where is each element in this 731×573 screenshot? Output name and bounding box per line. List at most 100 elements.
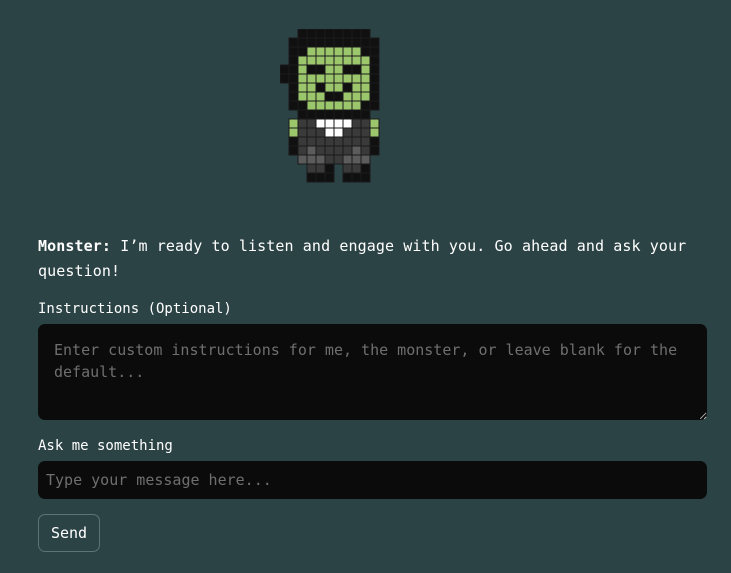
sprite-pixel <box>342 64 353 75</box>
sprite-pixel <box>324 136 335 147</box>
message-text: I’m ready to listen and engage with you.… <box>38 237 687 280</box>
sprite-pixel <box>333 154 344 165</box>
sprite-pixel <box>369 145 380 156</box>
sprite-pixel <box>315 163 326 174</box>
monster-message: Monster: I’m ready to listen and engage … <box>38 234 708 284</box>
sprite-pixel <box>306 145 317 156</box>
sprite-pixel <box>306 46 317 57</box>
frankenstein-monster-pixel-icon <box>280 29 380 183</box>
sprite-pixel <box>288 100 299 111</box>
sprite-pixel <box>315 82 326 93</box>
sprite-pixel <box>351 136 362 147</box>
sprite-pixel <box>351 55 362 66</box>
sprite-pixel <box>297 127 308 138</box>
sprite-pixel <box>360 100 371 111</box>
instructions-textarea[interactable] <box>38 324 707 420</box>
sprite-pixel <box>351 127 362 138</box>
sprite-pixel <box>342 29 353 39</box>
sprite-pixel <box>351 82 362 93</box>
sprite-pixel <box>315 29 326 39</box>
sprite-pixel <box>342 172 353 183</box>
sprite-pixel <box>315 109 326 120</box>
sprite-pixel <box>297 136 308 147</box>
sprite-pixel <box>360 91 371 102</box>
sprite-pixel <box>315 73 326 84</box>
sprite-pixel <box>315 172 326 183</box>
sprite-pixel <box>342 100 353 111</box>
sprite-pixel <box>297 37 308 48</box>
sprite-pixel <box>306 172 317 183</box>
sprite-pixel <box>342 163 353 174</box>
sprite-pixel <box>360 55 371 66</box>
sprite-pixel <box>342 73 353 84</box>
sprite-pixel <box>324 163 335 174</box>
sprite-pixel <box>369 127 380 138</box>
sprite-pixel <box>324 91 335 102</box>
sprite-pixel <box>369 64 380 75</box>
sprite-pixel <box>306 118 317 129</box>
sprite-pixel <box>351 163 362 174</box>
sprite-pixel <box>360 64 371 75</box>
sprite-pixel <box>342 136 353 147</box>
send-button[interactable]: Send <box>38 514 100 552</box>
sprite-pixel <box>342 91 353 102</box>
sprite-pixel <box>297 64 308 75</box>
sprite-pixel <box>333 55 344 66</box>
sprite-pixel <box>315 136 326 147</box>
sprite-pixel <box>351 109 362 120</box>
sprite-pixel <box>324 172 335 183</box>
sprite-pixel <box>297 29 308 39</box>
sprite-pixel <box>324 118 335 129</box>
sprite-pixel <box>315 145 326 156</box>
sprite-pixel <box>342 145 353 156</box>
message-input[interactable] <box>38 461 707 499</box>
sprite-pixel <box>351 172 362 183</box>
sprite-pixel <box>333 145 344 156</box>
sprite-pixel <box>324 145 335 156</box>
sprite-pixel <box>333 37 344 48</box>
sprite-pixel <box>360 172 371 183</box>
monster-chat-page: Monster: I’m ready to listen and engage … <box>0 0 731 573</box>
sprite-pixel <box>360 73 371 84</box>
sprite-pixel <box>324 73 335 84</box>
sprite-pixel <box>288 73 299 84</box>
speaker-name: Monster: <box>38 237 112 255</box>
sprite-pixel <box>360 145 371 156</box>
sprite-pixel <box>369 136 380 147</box>
sprite-pixel <box>324 100 335 111</box>
sprite-pixel <box>360 127 371 138</box>
sprite-pixel <box>315 127 326 138</box>
sprite-pixel <box>342 127 353 138</box>
sprite-pixel <box>315 118 326 129</box>
sprite-pixel <box>351 29 362 39</box>
sprite-pixel <box>324 82 335 93</box>
sprite-pixel <box>342 109 353 120</box>
sprite-pixel <box>280 73 290 84</box>
sprite-pixel <box>306 163 317 174</box>
sprite-pixel <box>315 64 326 75</box>
sprite-pixel <box>333 73 344 84</box>
sprite-pixel <box>324 127 335 138</box>
sprite-pixel <box>297 91 308 102</box>
sprite-pixel <box>324 37 335 48</box>
sprite-pixel <box>315 91 326 102</box>
sprite-pixel <box>306 64 317 75</box>
sprite-pixel <box>333 46 344 57</box>
sprite-pixel <box>306 29 317 39</box>
sprite-pixel <box>324 29 335 39</box>
sprite-pixel <box>288 145 299 156</box>
sprite-pixel <box>297 145 308 156</box>
sprite-pixel <box>369 82 380 93</box>
sprite-pixel <box>288 64 299 75</box>
sprite-pixel <box>360 29 371 39</box>
sprite-pixel <box>333 136 344 147</box>
ask-label: Ask me something <box>38 438 173 454</box>
sprite-pixel <box>324 154 335 165</box>
sprite-pixel <box>288 55 299 66</box>
sprite-pixel <box>333 118 344 129</box>
sprite-pixel <box>288 91 299 102</box>
sprite-pixel <box>351 145 362 156</box>
sprite-pixel <box>297 46 308 57</box>
sprite-pixel <box>360 109 371 120</box>
sprite-pixel <box>360 154 371 165</box>
